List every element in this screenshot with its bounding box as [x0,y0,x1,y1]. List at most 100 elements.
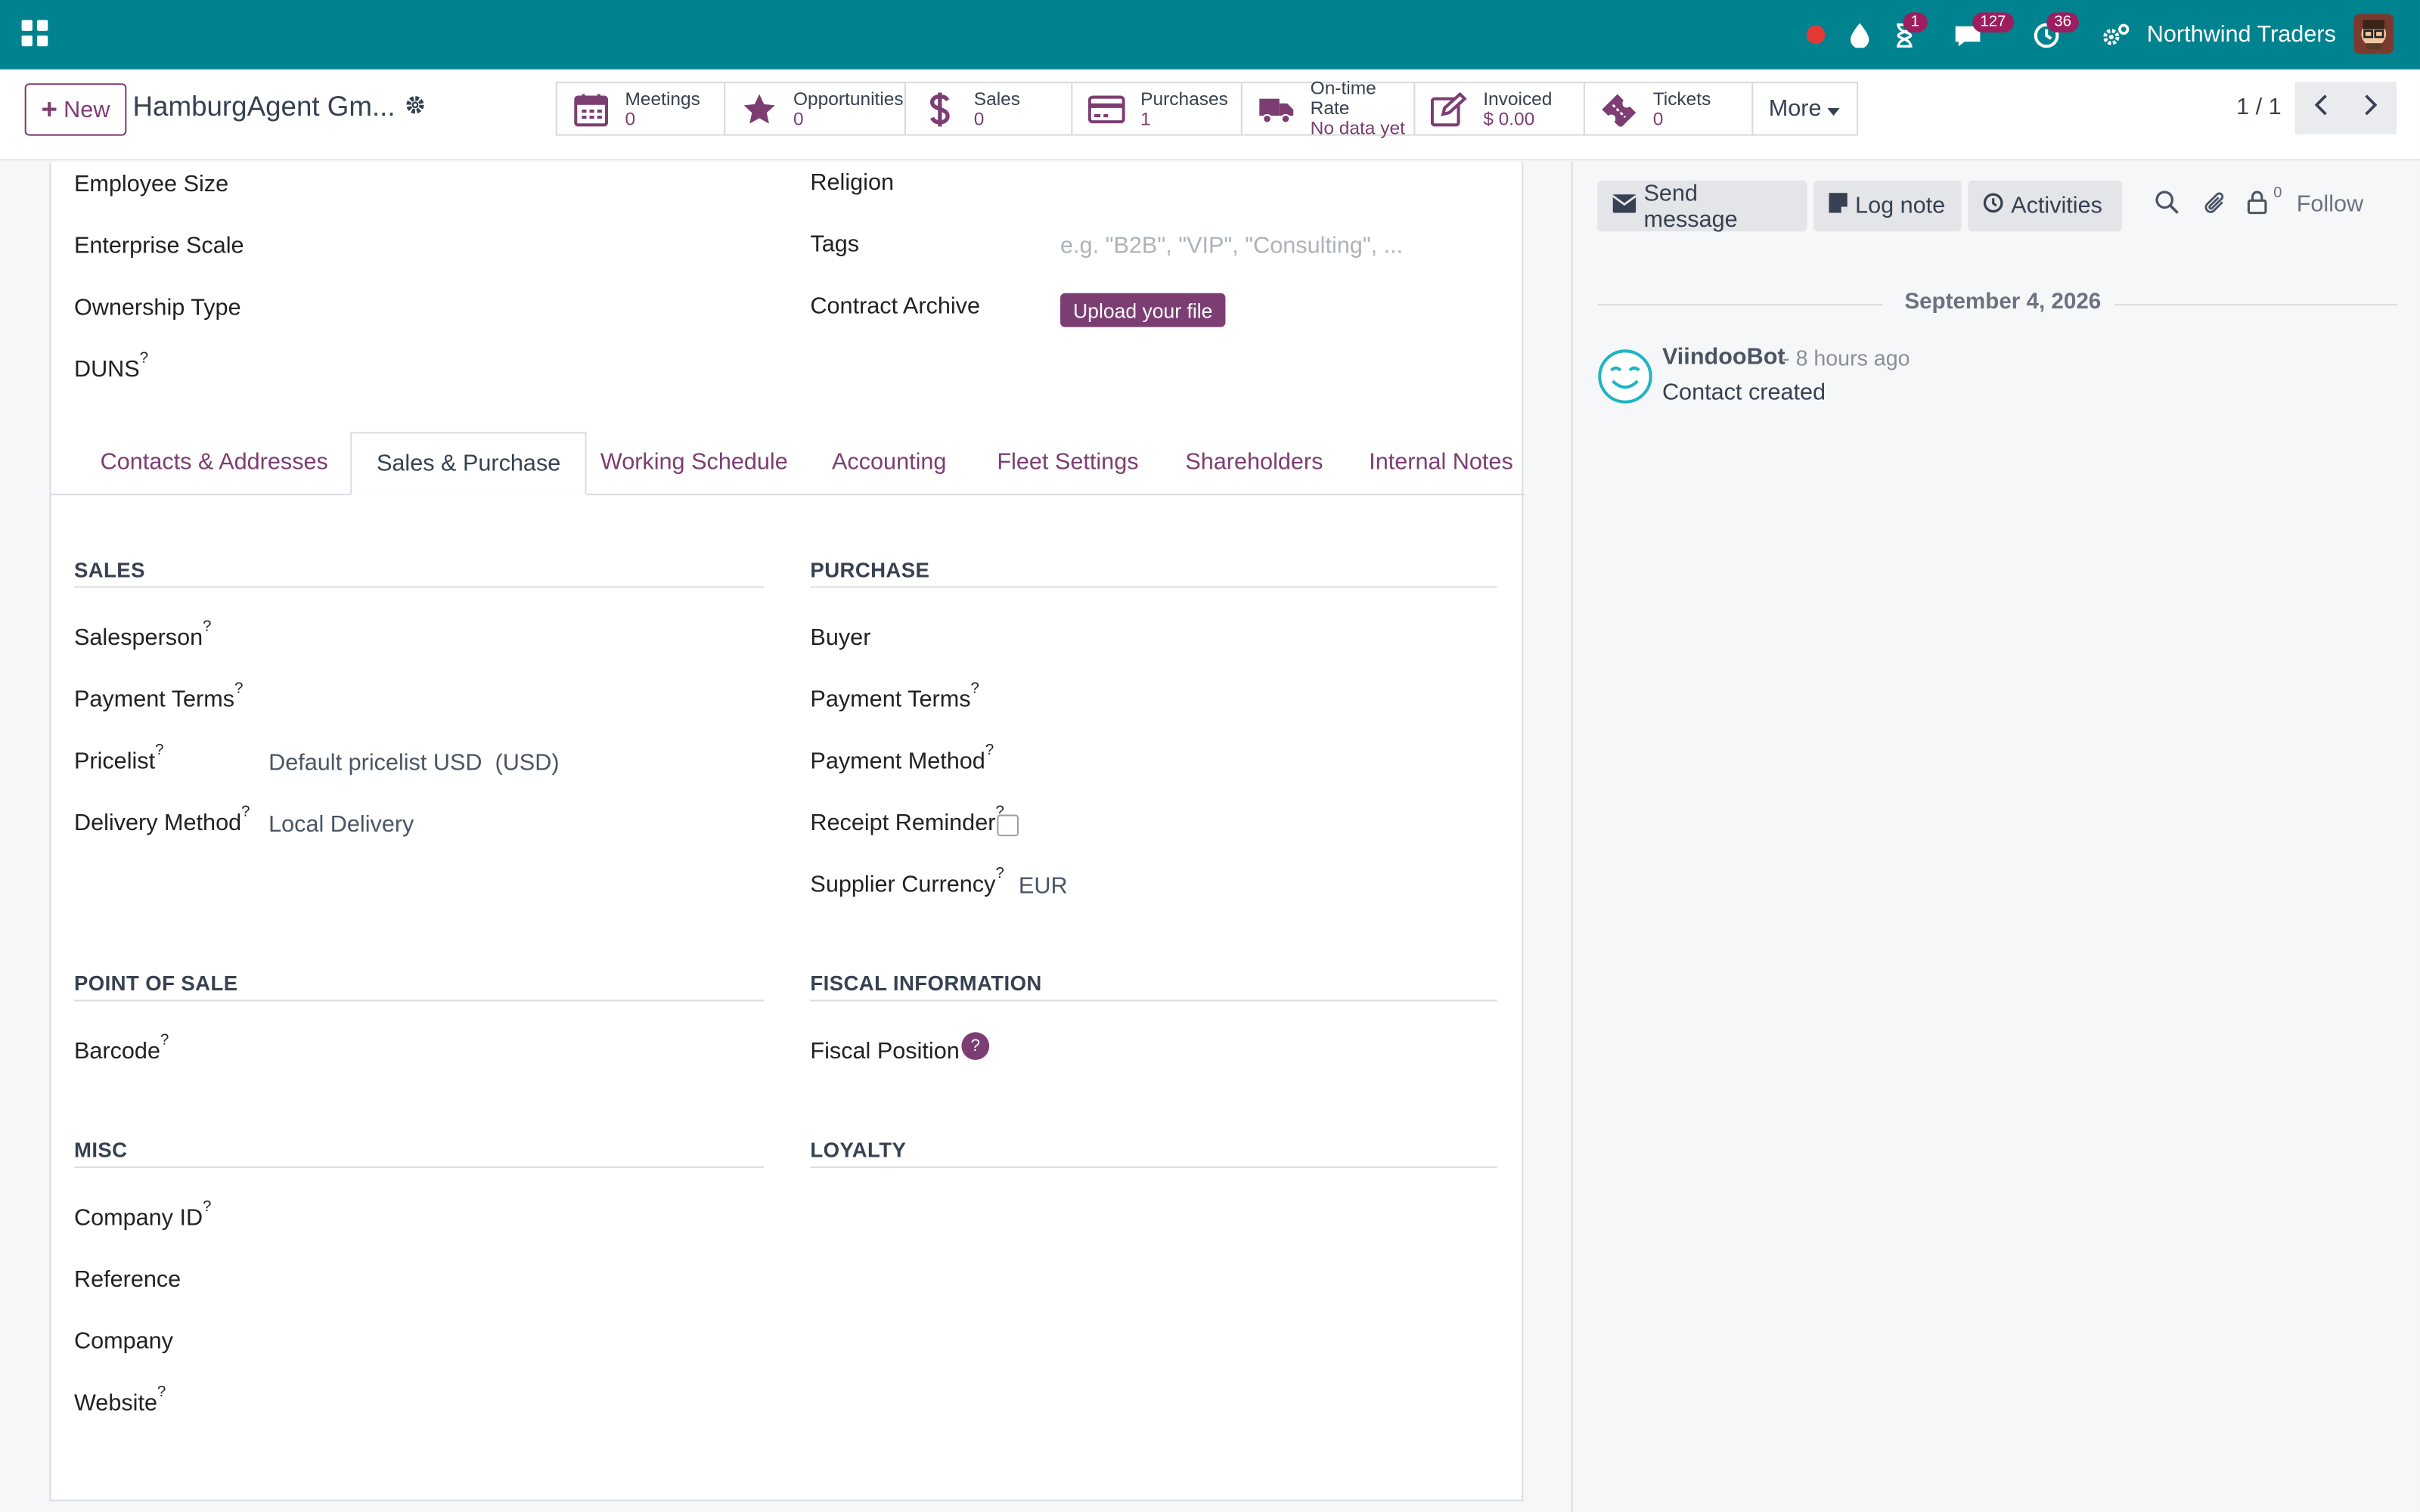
next-record-button[interactable] [2346,82,2397,135]
pos-section-title: POINT OF SALE [73,971,238,996]
invoiced-smart-button[interactable]: Invoiced $ 0.00 [1413,82,1585,136]
help-mark[interactable]: ? [203,1199,211,1216]
envelope-icon [1612,193,1637,219]
pager-value[interactable]: 1 / 1 [2236,94,2282,120]
user-avatar[interactable] [2353,14,2394,54]
employee-size-label: Employee Size [73,171,229,198]
tab-working-schedule[interactable]: Working Schedule [600,432,788,495]
dollar-icon [921,91,958,126]
message-author[interactable]: ViindooBot [1662,344,1786,370]
caret-down-icon [1827,96,1841,122]
activities-button[interactable]: Activities [1968,180,2123,232]
ticket-icon [1600,91,1637,126]
chatter-panel: Send message Log note Activities 0 Follo… [1571,162,2420,1512]
sales-label: Sales [973,87,1021,109]
record-icon[interactable] [1800,0,1831,70]
sales-section-title: SALES [73,558,145,582]
follow-button[interactable]: Follow [2297,191,2363,218]
duns-label: DUNS? [74,350,148,383]
help-mark[interactable]: ? [971,680,979,697]
chevron-left-icon [2313,93,2327,122]
pricelist-label-text: Pricelist [73,748,156,775]
company-label: Company [73,1328,173,1355]
invoiced-value: $ 0.00 [1483,107,1535,129]
opportunities-value: 0 [793,107,804,129]
religion-label: Religion [810,169,895,197]
company-id-label-text: Company ID [73,1204,203,1232]
help-mark[interactable]: ? [241,804,250,820]
more-smart-buttons-dropdown[interactable]: More [1751,82,1859,136]
supplier-currency-field[interactable]: EUR [1019,873,1068,900]
help-mark[interactable]: ? [995,866,1004,882]
paperclip-icon[interactable] [2202,190,2230,218]
opportunities-smart-button[interactable]: Opportunities 0 [724,82,906,136]
date-divider-left [1597,304,1883,306]
top-navbar: 1 127 36 Northwind Traders [0,0,2420,70]
supplier-currency-label-text: Supplier Currency [810,872,996,898]
tab-internal-notes[interactable]: Internal Notes [1369,432,1513,495]
sales-value: 0 [973,107,985,129]
date-divider-right [2114,304,2397,306]
contract-archive-label: Contract Archive [810,293,981,320]
sales-smart-button[interactable]: Sales 0 [904,82,1073,136]
meetings-value: 0 [625,107,636,129]
receipt-reminder-checkbox[interactable] [997,814,1019,837]
pricelist-field[interactable]: Default pricelist USD (USD) [268,750,559,776]
plus-icon: + [41,94,58,125]
delivery-method-label: Delivery Method? [74,804,250,836]
control-panel: + New HamburgAgent Gm... Meetings 0 Oppor… [0,69,2420,161]
tab-fleet-settings[interactable]: Fleet Settings [997,432,1138,495]
help-mark[interactable]: ? [157,1384,166,1401]
followers-count: 0 [2273,184,2282,203]
more-label: More [1768,95,1822,122]
followers-lock-icon[interactable] [2247,190,2275,218]
reference-label: Reference [73,1266,182,1294]
fiscal-section-title: FISCAL INFORMATION [810,971,1042,996]
clock-icon [1983,193,2003,219]
tab-shareholders[interactable]: Shareholders [1185,432,1323,495]
invoiced-label: Invoiced [1483,87,1553,109]
help-mark[interactable]: ? [160,1032,169,1049]
previous-record-button[interactable] [2294,82,2347,135]
purchase-divider [810,586,1497,588]
settings-gears-icon[interactable] [2099,0,2133,70]
tickets-smart-button[interactable]: Tickets 0 [1583,82,1754,136]
upload-file-button[interactable]: Upload your file [1060,293,1226,327]
meetings-smart-button[interactable]: Meetings 0 [555,82,726,136]
delivery-method-field[interactable]: Local Delivery [268,811,414,838]
ontime-rate-smart-button[interactable]: On-time Rate No data yet [1240,78,1416,138]
help-mark[interactable]: ? [985,742,994,759]
droplet-icon[interactable] [1846,0,1874,70]
clock-icon[interactable] [2031,0,2062,70]
tags-label: Tags [810,231,860,258]
tab-sales-purchase[interactable]: Sales & Purchase [350,432,587,496]
barcode-label: Barcode? [73,1032,169,1065]
messages-badge: 127 [1972,12,2014,33]
help-mark[interactable]: ? [140,350,148,367]
sales-payment-terms-label-text: Payment Terms [73,686,235,713]
new-button[interactable]: + New [24,83,127,136]
tab-accounting[interactable]: Accounting [832,432,946,495]
barcode-label-text: Barcode [73,1038,160,1065]
log-note-button[interactable]: Log note [1813,180,1962,232]
tab-contacts-addresses[interactable]: Contacts & Addresses [101,432,328,495]
fiscal-position-help-icon[interactable]: ? [961,1032,990,1061]
purchases-smart-button[interactable]: Purchases 1 [1071,82,1243,136]
activity-hourglass-icon[interactable] [1891,0,1919,70]
salesperson-label: Salesperson? [74,618,212,651]
search-icon[interactable] [2155,190,2183,218]
company-switcher[interactable]: Northwind Traders [2147,0,2336,70]
gear-icon[interactable] [405,94,430,119]
help-mark[interactable]: ? [203,618,211,635]
sales-divider [73,586,765,588]
pricelist-label: Pricelist? [73,742,164,775]
help-mark[interactable]: ? [234,680,243,697]
send-message-button[interactable]: Send message [1597,180,1807,232]
meetings-label: Meetings [625,87,700,109]
bot-avatar-icon[interactable] [1597,349,1652,404]
help-mark[interactable]: ? [155,742,163,759]
app-menu-icon[interactable] [21,20,48,47]
tags-input[interactable]: e.g. "B2B", "VIP", "Consulting", ... [1060,233,1403,259]
chevron-right-icon [2365,93,2378,122]
messages-icon[interactable] [1951,0,1985,70]
